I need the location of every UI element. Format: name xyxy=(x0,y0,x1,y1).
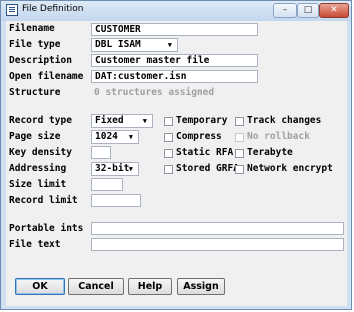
checkbox-box[interactable] xyxy=(164,133,173,142)
file-type-select[interactable]: DBL ISAM ▼ xyxy=(91,38,178,52)
page-size-label: Page size xyxy=(9,131,61,142)
size-limit-input[interactable] xyxy=(91,178,123,191)
stored-grfa-label: Stored GRFA xyxy=(176,163,239,174)
chevron-down-icon: ▼ xyxy=(167,41,172,49)
window-icon xyxy=(6,4,18,16)
checkbox-box[interactable] xyxy=(235,117,244,126)
open-filename-input[interactable]: DAT:customer.isn xyxy=(91,70,258,83)
help-button[interactable]: Help xyxy=(128,278,172,295)
addressing-select[interactable]: 32-bit ▼ xyxy=(91,162,139,176)
addressing-label: Addressing xyxy=(9,163,67,174)
portable-ints-label: Portable ints xyxy=(9,223,84,234)
structure-value: 0 structures assigned xyxy=(94,87,215,98)
cancel-button[interactable]: Cancel xyxy=(68,278,124,295)
record-limit-input[interactable] xyxy=(91,194,141,207)
file-type-value: DBL ISAM xyxy=(95,39,141,50)
file-type-label: File type xyxy=(9,39,61,50)
checkbox-box[interactable] xyxy=(164,117,173,126)
close-button[interactable]: ✕ xyxy=(319,3,349,18)
key-density-input[interactable] xyxy=(91,146,111,159)
description-input[interactable]: Customer master file xyxy=(91,54,258,67)
title-bar[interactable]: File Definition – □ ✕ xyxy=(1,1,351,21)
checkbox-box[interactable] xyxy=(235,165,244,174)
chevron-down-icon: ▼ xyxy=(142,117,147,125)
structure-label: Structure xyxy=(9,87,61,98)
minimize-button[interactable]: – xyxy=(273,3,297,18)
record-limit-label: Record limit xyxy=(9,195,78,206)
checkbox-box[interactable] xyxy=(235,149,244,158)
size-limit-label: Size limit xyxy=(9,179,67,190)
file-text-label: File text xyxy=(9,239,61,250)
chevron-down-icon: ▼ xyxy=(128,165,133,173)
assign-button[interactable]: Assign xyxy=(177,278,225,295)
ok-button[interactable]: OK xyxy=(15,278,65,295)
terabyte-label: Terabyte xyxy=(247,147,293,158)
page-size-value: 1024 xyxy=(95,131,118,142)
compress-label: Compress xyxy=(176,131,222,142)
checkbox-box xyxy=(235,133,244,142)
maximize-button[interactable]: □ xyxy=(297,3,319,18)
static-rfa-label: Static RFA xyxy=(176,147,234,158)
addressing-value: 32-bit xyxy=(95,163,130,174)
file-text-input[interactable] xyxy=(91,238,344,251)
record-type-select[interactable]: Fixed ▼ xyxy=(91,114,153,128)
record-type-label: Record type xyxy=(9,115,72,126)
dialog-body: Filename CUSTOMER File type DBL ISAM ▼ D… xyxy=(6,21,347,306)
network-encrypt-label: Network encrypt xyxy=(247,163,333,174)
open-filename-label: Open filename xyxy=(9,71,84,82)
window-title: File Definition xyxy=(22,4,84,14)
checkbox-box[interactable] xyxy=(164,165,173,174)
portable-ints-input[interactable] xyxy=(91,222,344,235)
filename-label: Filename xyxy=(9,23,55,34)
track-changes-label: Track changes xyxy=(247,115,322,126)
filename-input[interactable]: CUSTOMER xyxy=(91,23,258,36)
chevron-down-icon: ▼ xyxy=(128,133,133,141)
record-type-value: Fixed xyxy=(95,115,124,126)
checkbox-box[interactable] xyxy=(164,149,173,158)
key-density-label: Key density xyxy=(9,147,72,158)
page-size-select[interactable]: 1024 ▼ xyxy=(91,130,139,144)
temporary-label: Temporary xyxy=(176,115,228,126)
file-definition-window: File Definition – □ ✕ Filename CUSTOMER … xyxy=(0,0,352,310)
no-rollback-label: No rollback xyxy=(247,131,310,142)
description-label: Description xyxy=(9,55,72,66)
